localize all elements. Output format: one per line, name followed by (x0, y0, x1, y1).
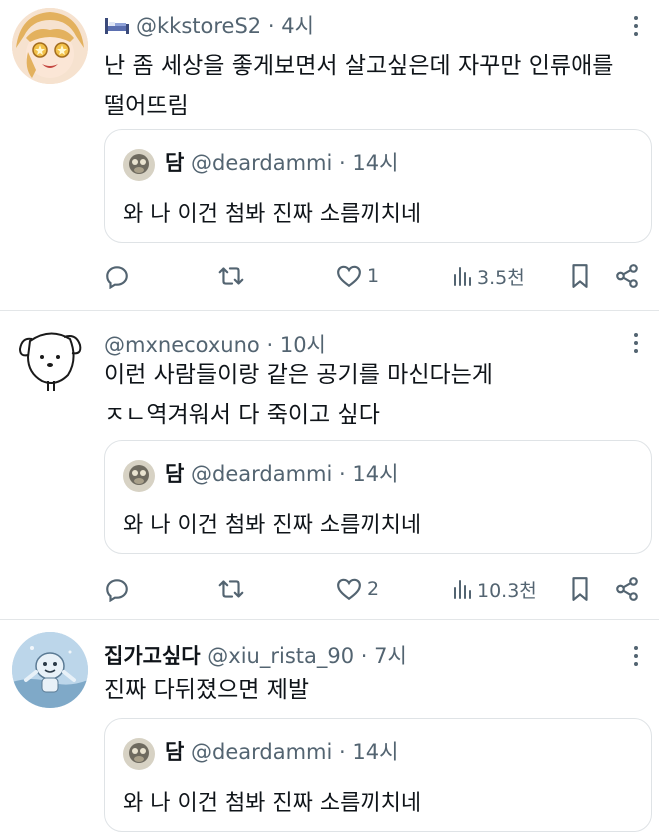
bookmark-button[interactable] (569, 260, 591, 292)
quote-avatar[interactable] (123, 460, 155, 492)
quote-avatar-icon (123, 460, 155, 492)
quote-user-handle[interactable]: @deardammi (191, 740, 332, 764)
tweet-3[interactable]: 집가고싶다 @xiu_rista_90 · 7시 진짜 다뒤졌으면 제발 담 @… (0, 620, 659, 838)
views-button[interactable]: 3.5천 (452, 260, 525, 292)
quote-user-handle[interactable]: @deardammi (191, 462, 332, 486)
timestamp[interactable]: 4시 (281, 14, 314, 38)
action-bar: 1 3.5천 (104, 260, 644, 292)
quote-avatar[interactable] (123, 149, 155, 181)
quote-timestamp[interactable]: 14시 (352, 462, 398, 486)
quote-header: 담 @deardammi · 14시 (165, 147, 398, 177)
quote-user-name[interactable]: 담 (165, 462, 184, 486)
quote-avatar[interactable] (123, 738, 155, 770)
underwater-character-avatar-icon (12, 632, 88, 708)
quoted-tweet[interactable]: 담 @deardammi · 14시 와 나 이건 첨봐 진짜 소름끼치네 (104, 129, 652, 243)
separator-dot: · (267, 14, 275, 38)
tweet-text-line: 이런 사람들이랑 같은 공기를 마신다는게 (104, 362, 493, 388)
doodle-dog-avatar-icon (12, 319, 88, 395)
more-options-icon[interactable] (633, 333, 639, 357)
quote-text: 와 나 이건 첨봐 진짜 소름끼치네 (123, 202, 422, 227)
retweet-button[interactable] (217, 573, 245, 605)
views-chart-icon (454, 580, 471, 599)
user-handle[interactable]: @mxnecoxuno (104, 333, 260, 357)
like-button[interactable]: 2 (336, 573, 379, 605)
share-icon (616, 577, 638, 601)
like-button[interactable]: 1 (336, 260, 379, 292)
user-display-name[interactable]: 집가고싶다 (104, 644, 201, 668)
quote-user-name[interactable]: 담 (165, 151, 184, 175)
avatar[interactable] (12, 632, 88, 708)
retweet-icon (218, 580, 244, 598)
views-count: 3.5천 (477, 266, 525, 289)
reply-icon (106, 266, 128, 289)
tweet-text: 난 좀 세상을 좋게보면서 살고싶은데 자꾸만 인류애를 떨어뜨림 (104, 46, 644, 126)
share-icon (616, 264, 638, 288)
heart-icon (337, 578, 361, 601)
retweet-icon (218, 267, 244, 285)
tweet-1[interactable]: @kkstoreS2 · 4시 난 좀 세상을 좋게보면서 살고싶은데 자꾸만 … (0, 0, 659, 310)
reply-button[interactable] (104, 573, 130, 605)
more-options-icon[interactable] (633, 16, 639, 40)
quoted-tweet[interactable]: 담 @deardammi · 14시 와 나 이건 첨봐 진짜 소름끼치네 (104, 440, 652, 554)
tweet-text-line: 난 좀 세상을 좋게보면서 살고싶은데 자꾸만 인류애를 (104, 53, 614, 79)
bookmark-icon (572, 577, 588, 601)
separator-dot: · (339, 151, 346, 175)
tweet-2[interactable]: @mxnecoxuno · 10시 이런 사람들이랑 같은 공기를 마신다는게 … (0, 311, 659, 619)
retweet-button[interactable] (217, 260, 245, 292)
share-button[interactable] (614, 573, 640, 605)
tweet-text-line: 진짜 다뒤졌으면 제발 (104, 677, 310, 703)
quote-avatar-icon (123, 738, 155, 770)
separator-dot: · (339, 462, 346, 486)
tweet-text: 이런 사람들이랑 같은 공기를 마신다는게 ㅈㄴ역겨워서 다 죽이고 싶다 (104, 355, 644, 435)
anime-girl-avatar-icon (12, 8, 88, 84)
separator-dot: · (339, 740, 346, 764)
quote-text: 와 나 이건 첨봐 진짜 소름끼치네 (123, 513, 422, 538)
reply-button[interactable] (104, 260, 130, 292)
reply-icon (106, 579, 128, 602)
quote-user-name[interactable]: 담 (165, 740, 184, 764)
quote-header: 담 @deardammi · 14시 (165, 736, 398, 766)
quote-timestamp[interactable]: 14시 (352, 740, 398, 764)
avatar[interactable] (12, 319, 88, 395)
tweet-text: 진짜 다뒤졌으면 제발 (104, 670, 644, 710)
separator-dot: · (266, 333, 274, 357)
bookmark-button[interactable] (569, 573, 591, 605)
views-chart-icon (454, 267, 471, 286)
tweet-header: @kkstoreS2 · 4시 (104, 10, 314, 40)
share-button[interactable] (614, 260, 640, 292)
timestamp[interactable]: 7시 (374, 644, 407, 668)
views-button[interactable]: 10.3천 (452, 573, 537, 605)
quote-header: 담 @deardammi · 14시 (165, 458, 398, 488)
tweet-text-line: ㅈㄴ역겨워서 다 죽이고 싶다 (104, 402, 380, 428)
quote-text: 와 나 이건 첨봐 진짜 소름끼치네 (123, 791, 422, 816)
more-options-icon[interactable] (633, 646, 639, 670)
heart-icon (337, 265, 361, 288)
quote-user-handle[interactable]: @deardammi (191, 151, 332, 175)
separator-dot: · (360, 644, 368, 668)
views-count: 10.3천 (477, 579, 537, 602)
quote-timestamp[interactable]: 14시 (352, 151, 398, 175)
avatar[interactable] (12, 8, 88, 84)
bookmark-icon (572, 264, 588, 288)
user-handle[interactable]: @kkstoreS2 (136, 14, 261, 38)
like-count: 2 (367, 578, 380, 600)
action-bar: 2 10.3천 (104, 573, 644, 605)
bed-icon (104, 15, 130, 40)
quoted-tweet[interactable]: 담 @deardammi · 14시 와 나 이건 첨봐 진짜 소름끼치네 (104, 718, 652, 832)
tweet-header: 집가고싶다 @xiu_rista_90 · 7시 (104, 640, 407, 670)
timestamp[interactable]: 10시 (280, 333, 326, 357)
user-handle[interactable]: @xiu_rista_90 (207, 644, 354, 668)
like-count: 1 (367, 265, 380, 287)
tweet-text-line: 떨어뜨림 (104, 93, 189, 119)
quote-avatar-icon (123, 149, 155, 181)
